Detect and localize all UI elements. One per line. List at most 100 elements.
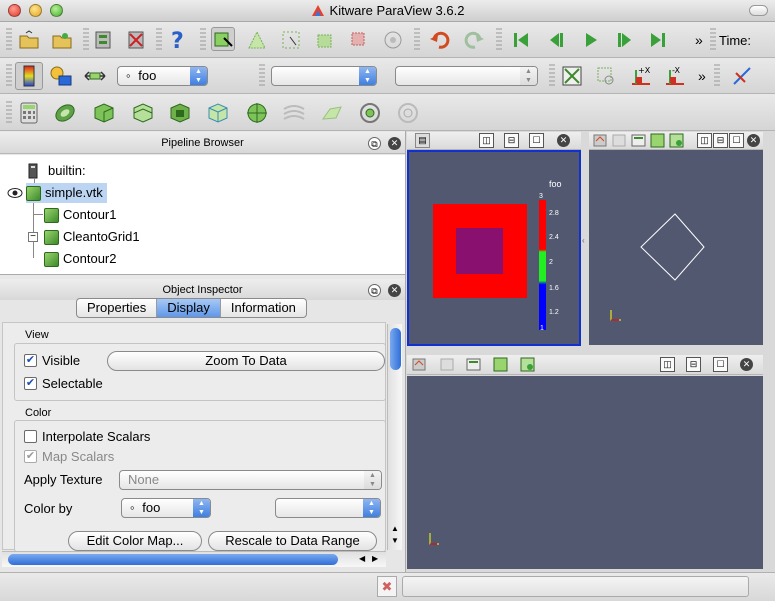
lookmark-icon[interactable]	[669, 133, 684, 148]
extract-subset-button[interactable]	[206, 101, 230, 125]
clear-selection-button[interactable]	[381, 28, 405, 52]
close-view-icon[interactable]: ✕	[747, 134, 760, 147]
slice-filter-button[interactable]	[131, 101, 155, 125]
zoom-to-box-button[interactable]	[594, 64, 618, 88]
next-frame-button[interactable]	[612, 28, 636, 52]
last-frame-button[interactable]	[646, 28, 670, 52]
pipeline-item-contour1[interactable]: Contour1	[44, 205, 116, 225]
color-array-combo[interactable]: ◦ foo ▲ ▼	[117, 66, 208, 86]
scroll-right-icon[interactable]: ▶	[372, 554, 378, 563]
minimize-window-button[interactable]	[29, 4, 42, 17]
view-type-icon[interactable]: ▤	[415, 133, 430, 148]
select-surface-cells-button[interactable]	[245, 28, 269, 52]
select-block-button[interactable]	[347, 28, 371, 52]
color-component-combo[interactable]: ▲ ▼	[275, 498, 381, 518]
close-icon[interactable]: ✕	[388, 137, 401, 150]
interpolate-scalars-checkbox[interactable]	[24, 430, 37, 443]
toggle-color-legend-button[interactable]	[15, 62, 43, 90]
color-by-combo[interactable]: ◦ foo ▲ ▼	[121, 498, 211, 518]
glyph-filter-button[interactable]	[245, 101, 269, 125]
visible-checkbox-row[interactable]: ✔ Visible	[24, 353, 80, 368]
zoom-to-data-button[interactable]: Zoom To Data	[107, 351, 385, 371]
split-horizontal-icon[interactable]: ◫	[479, 133, 494, 148]
connect-server-button[interactable]	[91, 28, 115, 52]
interact-mode-button[interactable]	[211, 27, 235, 51]
calculator-filter-button[interactable]	[17, 101, 41, 125]
scroll-up-icon[interactable]: ▲	[391, 524, 399, 533]
stream-tracer-button[interactable]	[282, 101, 306, 125]
split-vertical-icon[interactable]: ⊟	[504, 133, 519, 148]
undo-button[interactable]	[428, 28, 452, 52]
representation-combo[interactable]: ▲ ▼	[271, 66, 377, 86]
view-settings-icon[interactable]	[631, 133, 646, 148]
close-icon[interactable]: ✕	[388, 284, 401, 297]
horizontal-scroll-thumb[interactable]	[8, 554, 338, 565]
scroll-down-icon[interactable]: ▼	[391, 536, 399, 545]
play-button[interactable]	[579, 28, 603, 52]
visibility-eye-icon[interactable]	[7, 187, 23, 199]
rescale-range-button[interactable]: Rescale to Data Range	[208, 531, 377, 551]
undock-icon[interactable]: ⧉	[368, 137, 381, 150]
camera-undo-icon[interactable]	[593, 133, 608, 148]
group-datasets-button[interactable]	[358, 101, 382, 125]
toolbar-grip[interactable]	[6, 28, 12, 52]
maximize-view-icon[interactable]: ☐	[729, 133, 744, 148]
apply-texture-combo[interactable]: None ▲ ▼	[119, 470, 382, 490]
visible-checkbox[interactable]: ✔	[24, 354, 37, 367]
open-file-button[interactable]	[17, 28, 41, 52]
toolbar-overflow-button[interactable]: »	[695, 32, 703, 48]
help-button[interactable]: ?	[166, 28, 190, 52]
pipeline-item-builtin[interactable]: builtin:	[28, 161, 86, 181]
error-log-icon[interactable]: ✖	[377, 576, 397, 597]
render-view-1[interactable]: foo 3 2.8 2.4 2 1.6 1.2 1	[407, 150, 581, 346]
disconnect-server-button[interactable]	[124, 28, 148, 52]
selectable-checkbox-row[interactable]: ✔ Selectable	[24, 376, 103, 391]
first-frame-button[interactable]	[509, 28, 533, 52]
pipeline-item-contour2[interactable]: Contour2	[44, 249, 116, 269]
splitter-handle[interactable]: ‹	[582, 236, 585, 245]
select-frustum-cells-button[interactable]	[313, 28, 337, 52]
lookmark-icon[interactable]	[520, 357, 535, 372]
close-window-button[interactable]	[8, 4, 21, 17]
threshold-filter-button[interactable]	[168, 101, 192, 125]
view-minus-x-button[interactable]: -X	[662, 64, 686, 88]
maximize-view-icon[interactable]: ☐	[529, 133, 544, 148]
split-horizontal-icon[interactable]: ◫	[697, 133, 712, 148]
pipeline-item-cleantogrid1[interactable]: CleantoGrid1	[44, 227, 140, 247]
toolbar-overflow-button[interactable]: »	[698, 68, 706, 84]
tab-properties[interactable]: Properties	[77, 299, 158, 317]
maximize-view-icon[interactable]: ☐	[713, 357, 728, 372]
redo-button[interactable]	[462, 28, 486, 52]
collapse-toggle[interactable]: −	[28, 232, 38, 242]
inspector-horizontal-scrollbar[interactable]: ◀ ▶	[2, 551, 386, 567]
selectable-checkbox[interactable]: ✔	[24, 377, 37, 390]
extract-level-button[interactable]	[396, 101, 420, 125]
close-view-icon[interactable]: ✕	[557, 134, 570, 147]
close-view-icon[interactable]: ✕	[740, 358, 753, 371]
split-vertical-icon[interactable]: ⊟	[686, 357, 701, 372]
view-settings-icon[interactable]	[466, 357, 481, 372]
view-plus-x-button[interactable]: +X	[628, 64, 652, 88]
component-combo[interactable]: ▲ ▼	[395, 66, 538, 86]
vertical-scroll-thumb[interactable]	[390, 328, 401, 370]
split-vertical-icon[interactable]: ⊟	[713, 133, 728, 148]
capture-view-icon[interactable]	[493, 357, 508, 372]
show-center-button[interactable]	[730, 64, 754, 88]
render-view-3[interactable]	[407, 376, 763, 569]
tab-display[interactable]: Display	[157, 299, 221, 317]
camera-redo-icon[interactable]	[440, 357, 455, 372]
render-view-2[interactable]	[589, 150, 763, 345]
warp-vector-button[interactable]	[320, 101, 344, 125]
toolbar-toggle-button[interactable]	[749, 5, 768, 16]
capture-view-icon[interactable]	[650, 133, 665, 148]
tab-information[interactable]: Information	[221, 299, 306, 317]
map-scalars-row[interactable]: ✔ Map Scalars	[24, 449, 114, 464]
split-horizontal-icon[interactable]: ◫	[660, 357, 675, 372]
inspector-vertical-scrollbar[interactable]: ▲ ▼	[387, 324, 402, 550]
zoom-window-button[interactable]	[50, 4, 63, 17]
undock-icon[interactable]: ⧉	[368, 284, 381, 297]
scroll-left-icon[interactable]: ◀	[359, 554, 365, 563]
camera-undo-icon[interactable]	[412, 357, 427, 372]
clip-filter-button[interactable]	[92, 101, 116, 125]
select-surface-points-button[interactable]	[279, 28, 303, 52]
